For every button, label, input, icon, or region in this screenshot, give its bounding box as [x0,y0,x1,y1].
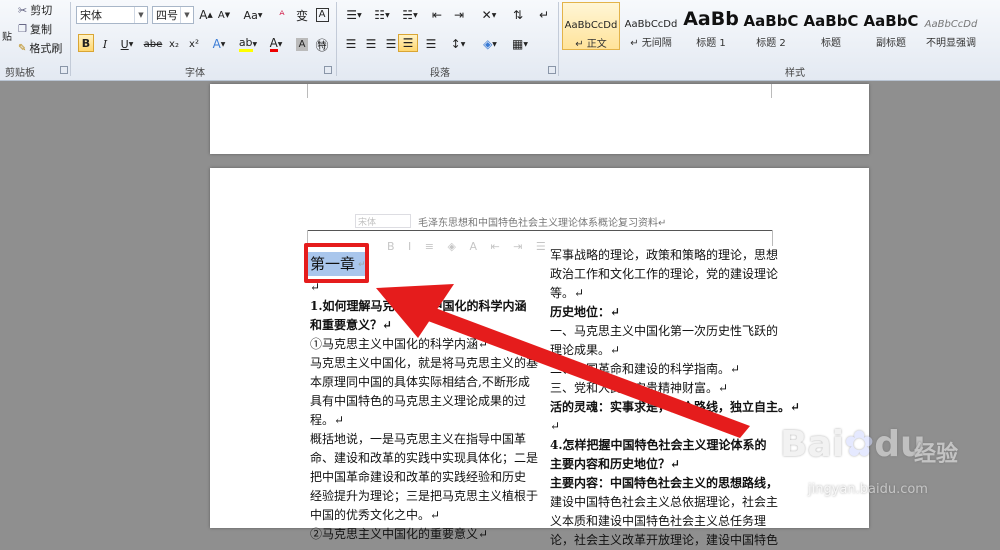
paw-icon: ✿ [844,424,875,465]
text-line: 论，社会主义改革开放理论，建设中国特色 [550,533,779,547]
watermark-url: jingyan.baidu.com [808,482,928,497]
baidu-logo-part1: Bai [780,424,845,465]
jingyan-label: 经验 [914,442,959,467]
baidu-watermark: Bai✿du 经验 jingyan.baidu.com [780,424,995,514]
text-line: ②马克思主义中国化的重要意义↵ [310,527,489,541]
arrow-shaft [420,306,750,438]
baidu-logo: Bai✿du [780,424,926,465]
